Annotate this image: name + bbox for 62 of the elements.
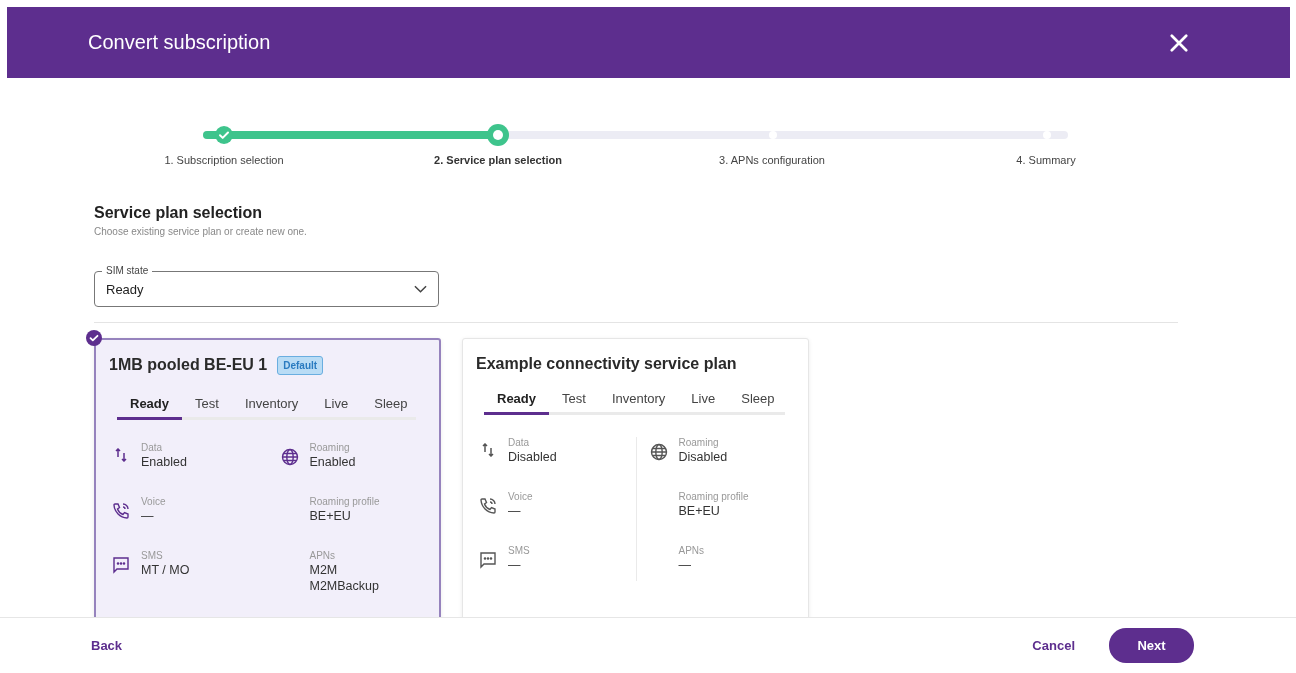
dialog-title: Convert subscription (88, 31, 271, 54)
field-value: BE+EU (309, 509, 352, 523)
plan-card[interactable]: 1MB pooled BE-EU 1 Default Ready Test Inventory Live Sleep Data Enabled Voice — SMS MT / MO Roaming Enabled Roaming profile BE+EU APNs M2M M2MBackup (94, 338, 441, 617)
field-label: Roaming (678, 437, 720, 448)
step-label: 4. Summary (1015, 154, 1077, 166)
state-tab[interactable]: Live (311, 392, 362, 420)
phone-icon (112, 502, 130, 520)
field-value: BE+EU (678, 504, 721, 518)
state-tab[interactable]: Sleep (361, 392, 421, 420)
arrows-up-down-icon (115, 448, 127, 462)
state-tab[interactable]: Ready (117, 392, 183, 420)
field-label: Voice (508, 491, 533, 502)
phone-icon (479, 497, 497, 515)
cancel-button[interactable]: Cancel (1032, 632, 1075, 659)
state-tab[interactable]: Sleep (728, 387, 788, 415)
step-label: 2. Service plan selection (433, 154, 563, 166)
arrows-up-down-icon (482, 443, 494, 457)
message-icon (112, 556, 130, 574)
globe-icon (280, 448, 299, 466)
field-label: Data (508, 437, 531, 448)
close-icon[interactable] (1170, 33, 1188, 52)
field-label: Roaming profile (678, 491, 749, 502)
field-label: APNs (309, 550, 337, 561)
field-label: Roaming profile (309, 496, 380, 507)
message-icon (479, 551, 497, 569)
chevron-down-icon (414, 285, 427, 293)
field-value: Enabled (309, 455, 356, 469)
step-label: 1. Subscription selection (163, 154, 285, 166)
field-label: APNs (678, 545, 705, 556)
selected-check-icon (86, 330, 102, 346)
plan-name: Example connectivity service plan (476, 355, 737, 373)
sim-state-dropdown[interactable]: SIM state Ready (94, 264, 439, 307)
state-tab[interactable]: Inventory (598, 387, 679, 415)
plan-name: 1MB pooled BE-EU 1 (109, 356, 268, 374)
field-value: Disabled (678, 450, 728, 464)
field-value: MT / MO (141, 563, 190, 577)
field-value: — (678, 558, 692, 572)
globe-icon (649, 443, 668, 461)
state-tab[interactable]: Test (549, 387, 599, 415)
field-value: Enabled (141, 455, 187, 469)
next-button[interactable]: Next (1109, 628, 1194, 663)
state-tab[interactable]: Test (182, 392, 232, 420)
step-label: 3. APNs configuration (718, 154, 826, 166)
section-subtitle: Choose existing service plan or create new one. (94, 226, 308, 237)
plan-card[interactable]: Example connectivity service plan Ready Test Inventory Live Sleep Data Disabled Voice — SMS — Roaming Disabled Roaming profile BE+EU APNs — (462, 338, 809, 617)
field-value: — (508, 558, 522, 572)
default-badge: Default (277, 355, 324, 375)
field-label: SMS (141, 550, 164, 561)
state-tab[interactable]: Live (678, 387, 729, 415)
field-value: M2MBackup (309, 579, 379, 593)
section-title: Service plan selection (94, 204, 264, 222)
field-label: SMS (508, 545, 530, 556)
state-tab[interactable]: Ready (484, 387, 550, 415)
field-label: Roaming (309, 442, 351, 453)
back-button[interactable]: Back (91, 632, 123, 659)
field-value: Disabled (508, 450, 557, 464)
field-value: — (141, 509, 155, 523)
field-label: Voice (141, 496, 166, 507)
field-value: M2M (309, 563, 339, 577)
state-tab[interactable]: Inventory (231, 392, 312, 420)
field-label: Data (141, 442, 164, 453)
field-value: — (508, 504, 522, 518)
